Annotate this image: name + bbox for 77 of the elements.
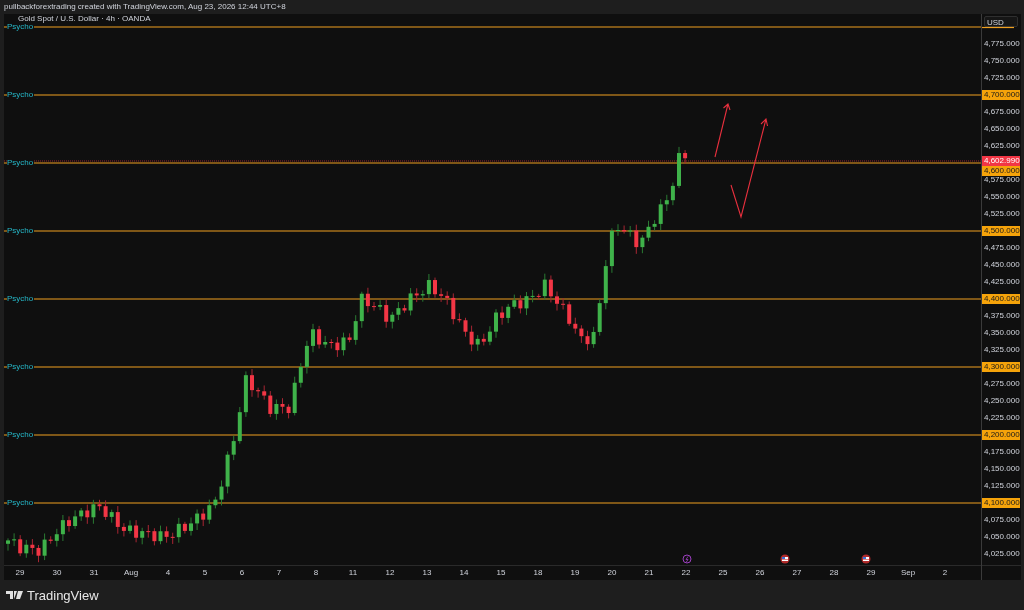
time-label: 31 (89, 569, 99, 577)
time-label: 22 (681, 569, 691, 577)
level-label: Psycho (7, 159, 35, 167)
price-tick: 4,175.000 (984, 448, 1020, 456)
level-price-label: 4,200.000 (982, 430, 1020, 440)
time-label: 25 (718, 569, 728, 577)
level-price-label: 4,600.000 (982, 165, 1020, 176)
time-label: 5 (202, 569, 208, 577)
level-price-label: 4,700.000 (982, 90, 1020, 100)
time-label: 29 (866, 569, 876, 577)
price-tick: 4,750.000 (984, 57, 1020, 65)
time-label: 21 (644, 569, 654, 577)
level-label: Psycho (7, 499, 35, 507)
price-tick: 4,475.000 (984, 244, 1020, 252)
flag-icon[interactable] (861, 554, 871, 564)
time-label: 15 (496, 569, 506, 577)
price-tick: 4,025.000 (984, 550, 1020, 558)
time-label: 11 (348, 569, 358, 577)
price-tick: 4,275.000 (984, 380, 1020, 388)
level-label: Psycho (7, 295, 35, 303)
level-price-label: 4,500.000 (982, 226, 1020, 236)
logo-text: TradingView (27, 588, 99, 602)
time-label: 18 (533, 569, 543, 577)
price-tick: 4,650.000 (984, 125, 1020, 133)
time-label: 29 (15, 569, 25, 577)
price-tick: 4,325.000 (984, 346, 1020, 354)
price-tick: 4,350.000 (984, 329, 1020, 337)
time-label: 20 (607, 569, 617, 577)
price-tick: 4,225.000 (984, 414, 1020, 422)
time-label: 12 (385, 569, 395, 577)
flag-icon[interactable] (780, 554, 790, 564)
level-price-label: 4,300.000 (982, 362, 1020, 372)
level-label: Psycho (7, 227, 35, 235)
level-label: Psycho (7, 23, 35, 31)
price-tick: 4,125.000 (984, 482, 1020, 490)
price-tick: 4,550.000 (984, 193, 1020, 201)
level-label: Psycho (7, 363, 35, 371)
time-label: Aug (123, 569, 139, 577)
arrow-drawing[interactable] (714, 103, 731, 158)
time-label: 26 (755, 569, 765, 577)
price-tick: 4,425.000 (984, 278, 1020, 286)
attribution-text: pullbackforextrading created with TradingView.com, Aug 23, 2026 12:44 UTC+8 (4, 3, 286, 11)
level-label: Psycho (7, 431, 35, 439)
price-tick: 4,775.000 (984, 40, 1020, 48)
time-label: Sep (900, 569, 916, 577)
time-label: 2 (942, 569, 948, 577)
price-tick: 4,375.000 (984, 312, 1020, 320)
price-tick: 4,075.000 (984, 516, 1020, 524)
chart-title: Gold Spot / U.S. Dollar · 4h · OANDA (18, 15, 151, 23)
last-price-label: 4,602.990 (982, 155, 1020, 166)
arrow-drawing[interactable] (730, 117, 769, 219)
time-label: 27 (792, 569, 802, 577)
currency-label[interactable]: USD (984, 16, 1018, 27)
time-label: 4 (165, 569, 171, 577)
time-label: 7 (276, 569, 282, 577)
time-label: 6 (239, 569, 245, 577)
level-price-label: 4,400.000 (982, 294, 1020, 304)
price-tick: 4,675.000 (984, 108, 1020, 116)
time-label: 13 (422, 569, 432, 577)
price-tick: 4,525.000 (984, 210, 1020, 218)
time-label: 28 (829, 569, 839, 577)
logo-icon (6, 591, 23, 599)
price-tick: 4,050.000 (984, 533, 1020, 541)
price-tick: 4,575.000 (984, 176, 1020, 184)
price-tick: 4,625.000 (984, 142, 1020, 150)
level-line[interactable] (982, 26, 1015, 29)
level-price-label: 4,100.000 (982, 498, 1020, 508)
time-label: 19 (570, 569, 580, 577)
time-label: 8 (313, 569, 319, 577)
price-tick: 4,250.000 (984, 397, 1020, 405)
level-label: Psycho (7, 91, 35, 99)
time-label: 14 (459, 569, 469, 577)
price-tick: 4,150.000 (984, 465, 1020, 473)
price-tick: 4,450.000 (984, 261, 1020, 269)
price-tick: 4,725.000 (984, 74, 1020, 82)
lightning-icon[interactable] (682, 554, 692, 564)
time-label: 30 (52, 569, 62, 577)
